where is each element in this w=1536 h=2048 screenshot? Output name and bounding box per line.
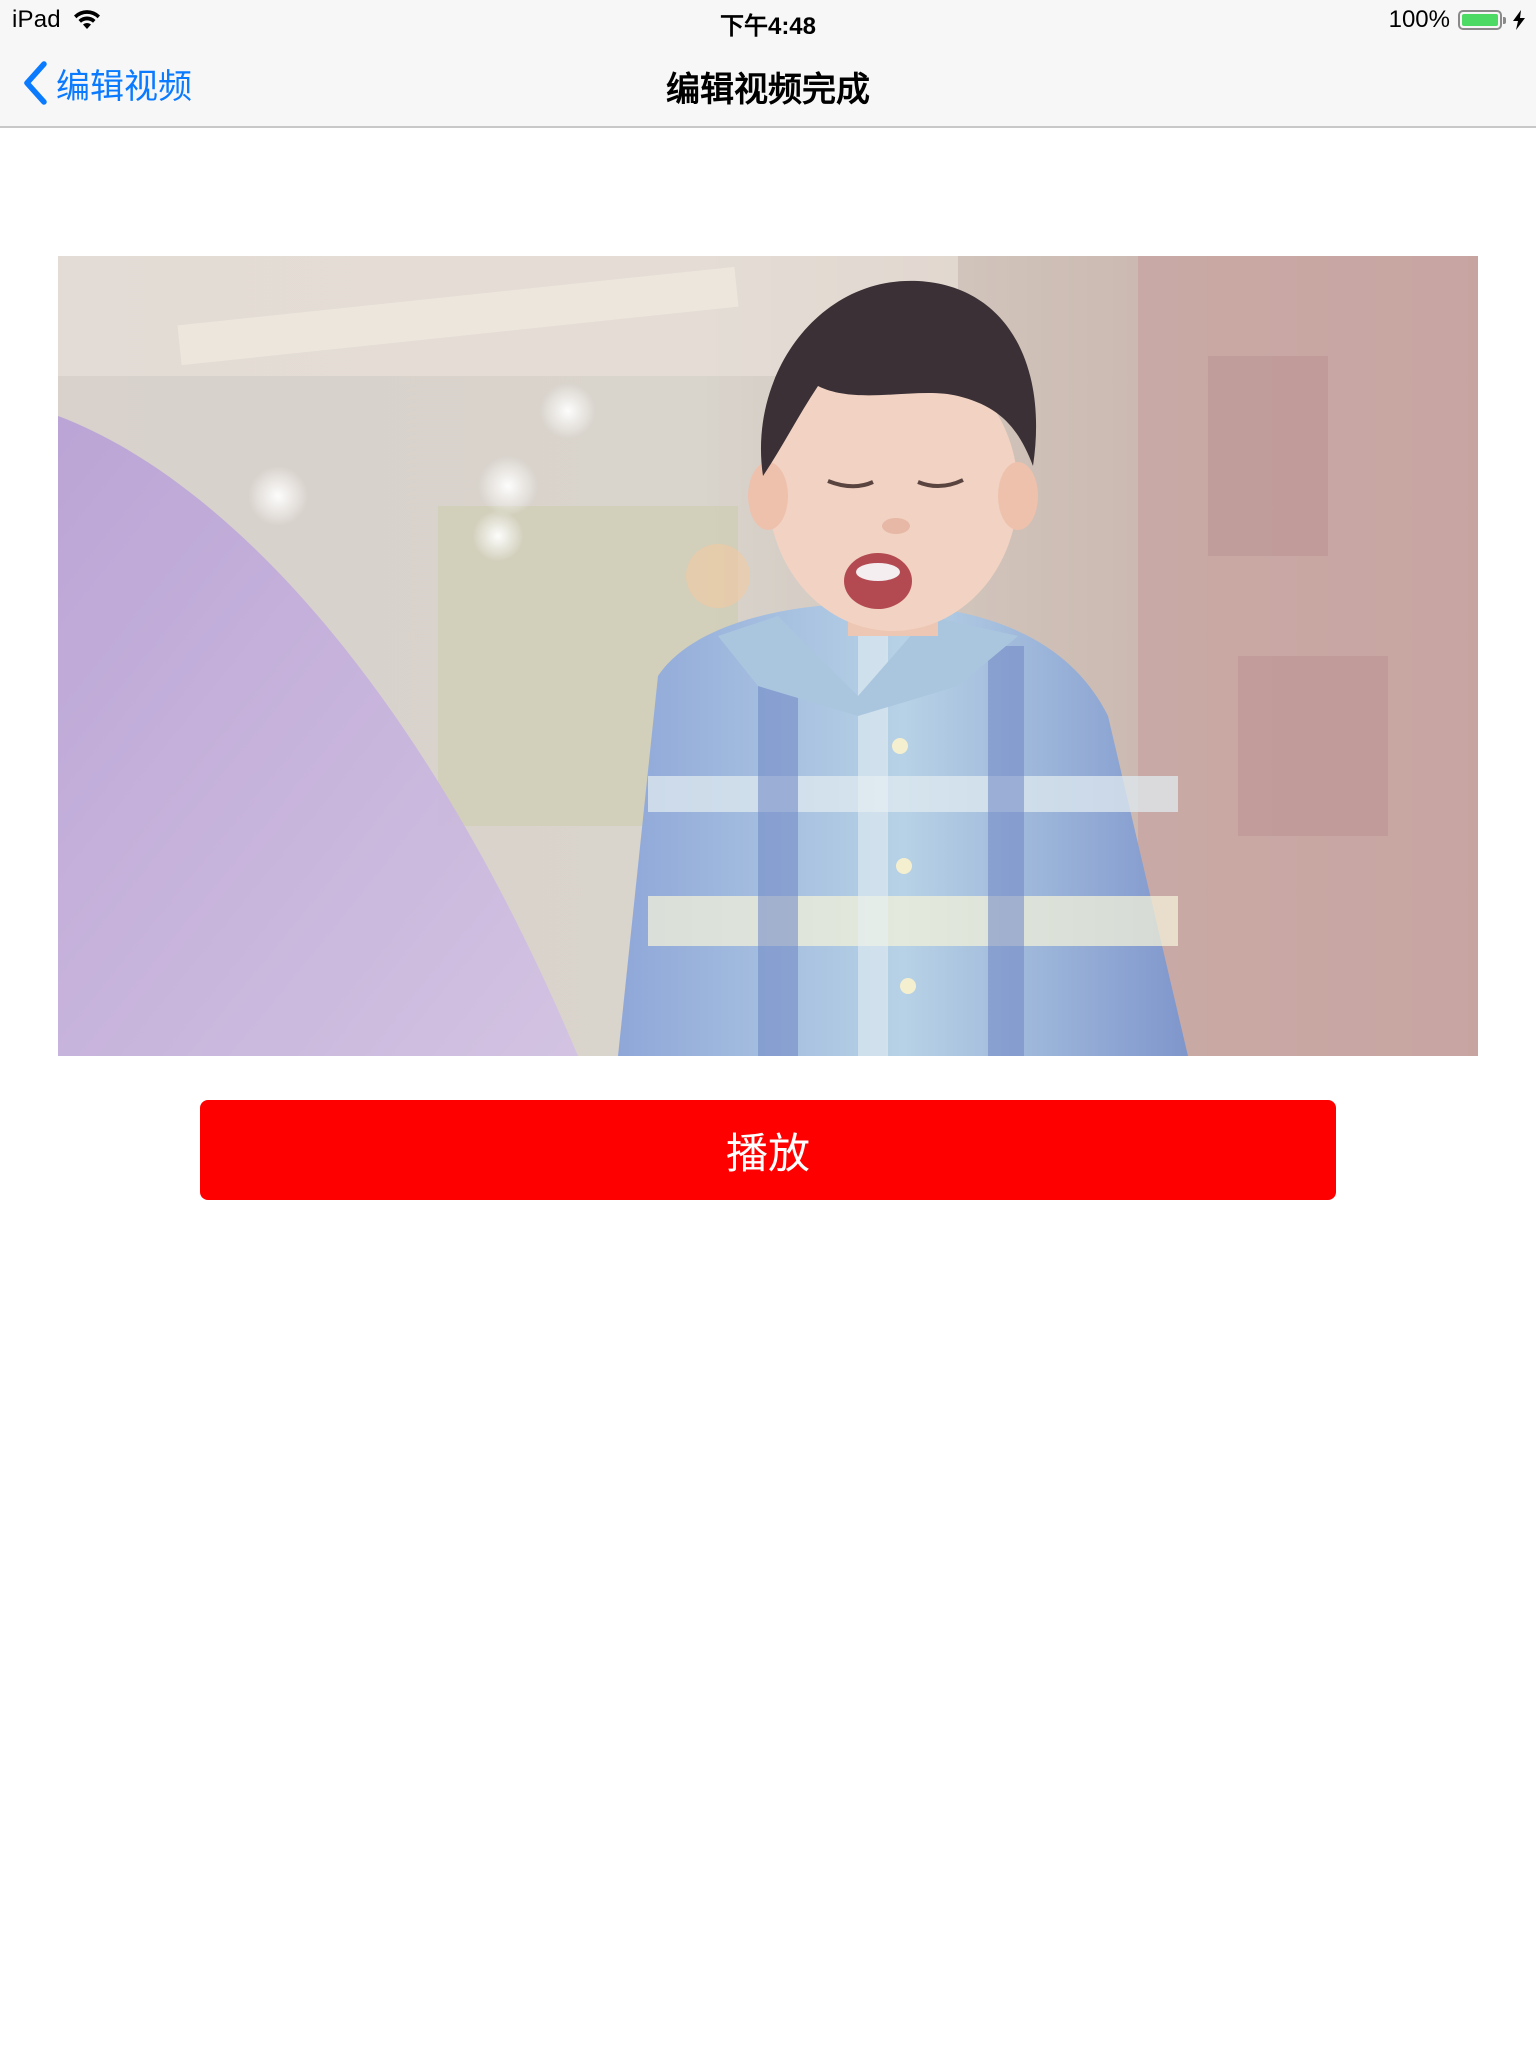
battery-fill: [1462, 14, 1498, 26]
play-button[interactable]: 播放: [200, 1100, 1336, 1200]
status-right: 100%: [1389, 6, 1526, 34]
video-frame-image: [58, 256, 1478, 1056]
battery-percentage: 100%: [1388, 6, 1450, 33]
status-time: 下午4:48: [719, 13, 817, 40]
status-bar: iPad 下午4:48 100%: [0, 0, 1536, 40]
battery-icon: [1458, 10, 1506, 30]
video-preview[interactable]: [58, 256, 1478, 1056]
navigation-bar: 编辑视频 编辑视频完成: [0, 40, 1536, 128]
page-title: 编辑视频完成: [666, 70, 870, 110]
edit-complete-screen: iPad 下午4:48 100% 编辑视频 编辑视频完成 播放: [0, 0, 1536, 2048]
charging-bolt-icon: [1513, 10, 1525, 30]
battery-tip: [1503, 17, 1506, 24]
